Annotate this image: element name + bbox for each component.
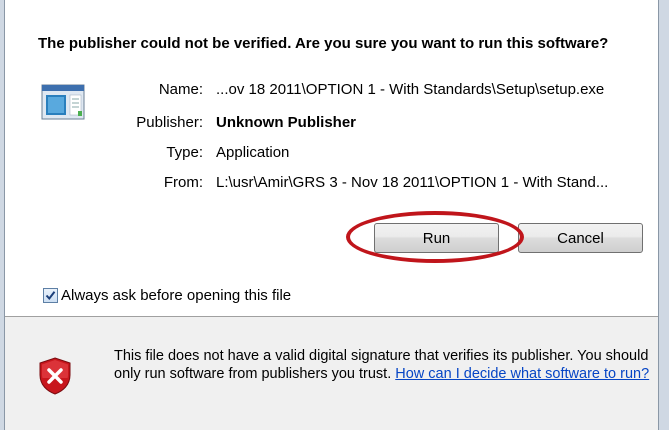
from-label: From: [163, 174, 203, 191]
publisher-value: Unknown Publisher [216, 114, 357, 131]
dialog-question-heading: The publisher could not be verified. Are… [38, 35, 609, 52]
always-ask-checkbox-row[interactable]: Always ask before opening this file [43, 287, 291, 304]
type-value: Application [216, 144, 290, 161]
cancel-button[interactable]: Cancel [518, 223, 643, 253]
always-ask-checkbox[interactable] [43, 288, 58, 303]
name-value: ...ov 18 2011\OPTION 1 - With Standards\… [216, 81, 605, 98]
warning-message: This file does not have a valid digital … [114, 347, 659, 383]
help-link[interactable]: How can I decide what software to run? [395, 366, 649, 382]
dialog-main-pane: The publisher could not be verified. Are… [5, 0, 658, 316]
application-icon [41, 84, 85, 120]
checkmark-icon [45, 291, 56, 301]
run-button[interactable]: Run [374, 223, 499, 253]
always-ask-label: Always ask before opening this file [61, 287, 292, 304]
name-label: Name: [158, 81, 203, 98]
type-label: Type: [166, 144, 203, 161]
publisher-label: Publisher: [136, 114, 203, 131]
dialog-warning-pane: This file does not have a valid digital … [5, 317, 658, 430]
window-frame-right [658, 0, 669, 430]
shield-warning-icon [39, 357, 71, 395]
from-value: L:\usr\Amir\GRS 3 - Nov 18 2011\OPTION 1… [216, 174, 609, 191]
